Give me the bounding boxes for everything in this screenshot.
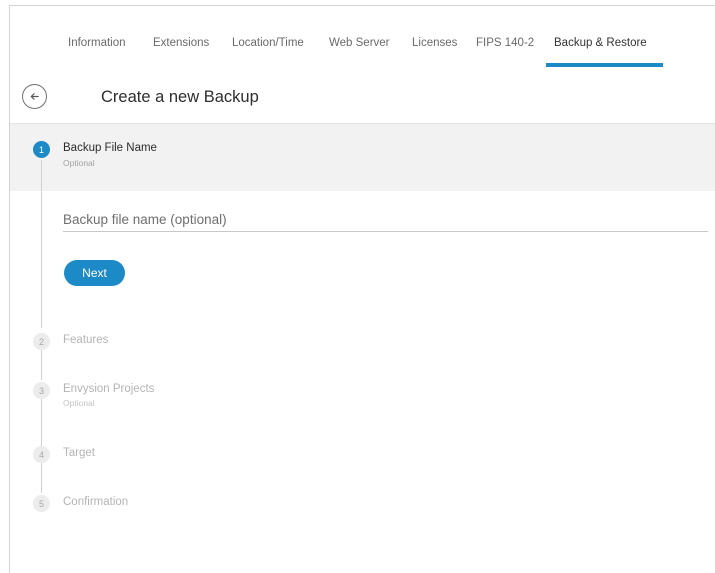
step-number-5: 5 — [33, 495, 50, 512]
tab-backup-restore[interactable]: Backup & Restore — [554, 37, 647, 66]
tab-fips-140-2[interactable]: FIPS 140-2 — [476, 37, 534, 66]
tab-information[interactable]: Information — [68, 37, 126, 66]
page-header: Create a new Backup — [10, 69, 715, 124]
step-title-backup-file-name[interactable]: Backup File Name — [63, 142, 157, 154]
tab-bar: Information Extensions Location/Time Web… — [10, 6, 715, 67]
step-title-target[interactable]: Target — [63, 447, 95, 459]
step-connector — [41, 160, 42, 328]
step-connector — [41, 398, 42, 446]
step-number-3: 3 — [33, 382, 50, 399]
step-title-features[interactable]: Features — [63, 334, 108, 346]
step-title-confirmation[interactable]: Confirmation — [63, 496, 128, 508]
step-connector — [41, 350, 42, 380]
back-button[interactable] — [22, 84, 47, 109]
step-subtitle: Optional — [63, 158, 95, 168]
step-subtitle: Optional — [63, 398, 95, 408]
step-number-4: 4 — [33, 446, 50, 463]
next-button[interactable]: Next — [64, 260, 125, 286]
active-step-band — [10, 124, 715, 191]
step-title-envysion-projects[interactable]: Envysion Projects — [63, 383, 154, 395]
backup-file-name-input[interactable] — [63, 208, 708, 232]
tab-licenses[interactable]: Licenses — [412, 37, 457, 66]
backup-panel: Information Extensions Location/Time Web… — [9, 5, 715, 573]
step-number-2: 2 — [33, 333, 50, 350]
page-title: Create a new Backup — [101, 88, 259, 106]
tab-extensions[interactable]: Extensions — [153, 37, 209, 66]
tab-location-time[interactable]: Location/Time — [232, 37, 304, 66]
arrow-left-icon — [30, 93, 39, 100]
step-connector — [41, 463, 42, 493]
step-number-1: 1 — [33, 141, 50, 158]
tab-web-server[interactable]: Web Server — [329, 37, 390, 66]
active-tab-indicator — [546, 63, 663, 67]
